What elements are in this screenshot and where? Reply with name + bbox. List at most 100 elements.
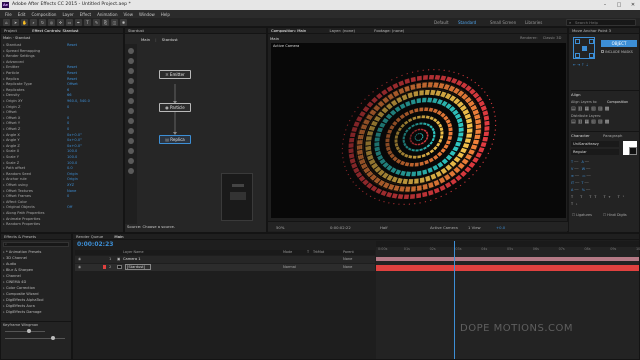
- effect-category-item[interactable]: ▸ CINEMA 4D: [3, 280, 26, 284]
- align-buttons-row[interactable]: ▤▥▦▧▨▩: [571, 106, 611, 112]
- property-row[interactable]: ▸ Emitter: [3, 65, 19, 69]
- wingman-slider-handle[interactable]: [27, 329, 31, 333]
- property-row[interactable]: ▸ Offset X: [3, 116, 20, 120]
- menu-view[interactable]: View: [124, 12, 134, 17]
- tab-layer[interactable]: Layer: (none): [329, 28, 354, 33]
- menu-effect[interactable]: Effect: [80, 12, 92, 17]
- property-value[interactable]: 66: [67, 93, 72, 97]
- effect-category-item[interactable]: ▸ DigiEffects AlphaTool: [3, 298, 44, 302]
- property-row[interactable]: ▸ Scale Z: [3, 161, 19, 165]
- selection-tool-icon[interactable]: ➤: [12, 19, 19, 26]
- property-value[interactable]: Reset: [67, 77, 77, 81]
- property-row[interactable]: ▸ Offset Textures: [3, 189, 33, 193]
- character-tab[interactable]: Character: [571, 133, 590, 138]
- align-target-dropdown[interactable]: Composition: [607, 100, 628, 104]
- property-value[interactable]: 100.0: [67, 149, 77, 153]
- effect-category-item[interactable]: ▸ 3D Channel: [3, 256, 27, 260]
- effects-presets-tab[interactable]: Effects & Presets: [1, 234, 71, 240]
- pen-tool-icon[interactable]: ✒: [75, 19, 82, 26]
- zoom-dropdown[interactable]: 50%: [276, 225, 284, 230]
- puppet-tool-icon[interactable]: ✱: [120, 19, 127, 26]
- layer-parent[interactable]: None: [343, 257, 352, 261]
- column-t[interactable]: T: [307, 250, 309, 255]
- distribute-buttons-row[interactable]: ▤▥▦▧▨▩: [571, 119, 611, 125]
- replica-node[interactable]: ▤ Replica: [159, 135, 191, 144]
- property-row[interactable]: ▸ Angle X: [3, 133, 20, 137]
- property-value[interactable]: 0x+0.0°: [67, 133, 82, 137]
- layer-row[interactable]: ◉ 2 [Stardust] Normal None: [75, 264, 375, 271]
- property-row[interactable]: ▸ Animate Properties: [3, 217, 40, 221]
- property-row[interactable]: ▸ Replicate Type: [3, 82, 32, 86]
- character-settings[interactable]: T ── A ── V ── W ── ≡ ── ▭ ── IT ── T ──…: [571, 159, 637, 208]
- property-row[interactable]: ▸ Path offset: [3, 166, 25, 170]
- workspace-standard[interactable]: Standard: [458, 18, 476, 27]
- camera-layer-bar[interactable]: [376, 257, 639, 261]
- menu-help[interactable]: Help: [161, 12, 170, 17]
- column-layer-name[interactable]: Layer Name: [123, 250, 144, 255]
- view-dropdown[interactable]: Active Camera: [430, 225, 458, 230]
- property-row[interactable]: ▸ Affect Color: [3, 200, 27, 204]
- menu-file[interactable]: File: [5, 12, 12, 17]
- workspace-default[interactable]: Default: [434, 18, 449, 27]
- column-parent[interactable]: Parent: [343, 250, 354, 255]
- effect-category-item[interactable]: ▸ Color Correction: [3, 286, 35, 290]
- property-row[interactable]: ▸ Particle: [3, 71, 19, 75]
- view-layout-dropdown[interactable]: 1 View: [468, 225, 481, 230]
- property-value[interactable]: Reset: [67, 71, 77, 75]
- property-row[interactable]: ▸ Angle Z: [3, 144, 20, 148]
- property-value[interactable]: 960.0, 540.0: [67, 99, 90, 103]
- wingman-slider-handle-2[interactable]: [51, 336, 55, 340]
- eraser-tool-icon[interactable]: ◫: [111, 19, 118, 26]
- effect-category-item[interactable]: ▸ Blur & Sharpen: [3, 268, 33, 272]
- visibility-eye-icon[interactable]: ◉: [78, 265, 81, 269]
- camera-tool-icon[interactable]: ◎: [48, 19, 55, 26]
- property-row[interactable]: ▸ Density: [3, 93, 20, 97]
- wingman-slider-track-2[interactable]: [5, 338, 65, 339]
- property-value[interactable]: 0: [67, 121, 69, 125]
- hand-tool-icon[interactable]: ✋: [21, 19, 28, 26]
- property-row[interactable]: ▸ Random Properties: [3, 222, 40, 226]
- home-icon[interactable]: ⌂: [3, 19, 10, 26]
- paragraph-tab[interactable]: Paragraph: [603, 133, 622, 138]
- effect-category-item[interactable]: ▸ DigiEffects Damage: [3, 310, 42, 314]
- current-time-display[interactable]: 0:00:02:22: [330, 225, 351, 230]
- effect-category-item[interactable]: ▸ * Animation Presets: [3, 250, 41, 254]
- ligatures-checkbox[interactable]: ☐ Ligatures: [572, 213, 592, 217]
- visibility-eye-icon[interactable]: ◉: [78, 257, 81, 261]
- property-row[interactable]: ▸ Spread Remapping: [3, 49, 40, 53]
- anchor-grid[interactable]: [573, 37, 595, 59]
- search-help-field[interactable]: ⌕ Search Help: [566, 19, 636, 26]
- effect-category-item[interactable]: ▸ Channel: [3, 274, 21, 278]
- property-row[interactable]: ▸ Scale X: [3, 149, 19, 153]
- renderer-value[interactable]: Classic 3D: [543, 36, 562, 40]
- property-value[interactable]: 0: [67, 127, 69, 131]
- property-value[interactable]: Origin: [67, 177, 78, 181]
- property-row[interactable]: ▸ Scale Y: [3, 155, 19, 159]
- property-value[interactable]: 0x+0.0°: [67, 138, 82, 142]
- property-value[interactable]: Offset: [67, 82, 78, 86]
- menu-layer[interactable]: Layer: [62, 12, 73, 17]
- rotate-tool-icon[interactable]: ↻: [39, 19, 46, 26]
- property-value[interactable]: XYZ: [67, 183, 74, 187]
- property-value[interactable]: Off: [67, 205, 72, 209]
- clone-tool-icon[interactable]: ⎘: [102, 19, 109, 26]
- property-value[interactable]: 0: [67, 194, 69, 198]
- wingman-slider-track[interactable]: [5, 331, 45, 332]
- property-value[interactable]: 100.0: [67, 155, 77, 159]
- property-row[interactable]: ▸ Stardust: [3, 43, 21, 47]
- layer-parent[interactable]: None: [343, 265, 352, 269]
- hindi-digits-checkbox[interactable]: ☐ Hindi Digits: [603, 213, 627, 217]
- layer-label-color[interactable]: [103, 265, 106, 269]
- align-tab[interactable]: Align: [571, 92, 581, 97]
- object-button[interactable]: OBJECT: [601, 40, 637, 47]
- property-row[interactable]: ▸ Random Seed: [3, 172, 31, 176]
- include-masks-checkbox[interactable]: INCLUDE MASKS: [601, 50, 633, 54]
- comp-viewer[interactable]: Active Camera: [271, 43, 566, 218]
- column-trkmat[interactable]: TrkMat: [313, 250, 324, 255]
- font-style-dropdown[interactable]: Regular: [571, 149, 619, 155]
- anchor-preset-arrows[interactable]: ⇤ ⇥ ⇡ ⇣: [573, 63, 588, 67]
- property-row[interactable]: ▸ Offset Z: [3, 127, 20, 131]
- menu-composition[interactable]: Composition: [31, 12, 56, 17]
- minimize-button[interactable]: –: [598, 0, 612, 10]
- tab-composition-main[interactable]: Composition: Main: [271, 28, 307, 33]
